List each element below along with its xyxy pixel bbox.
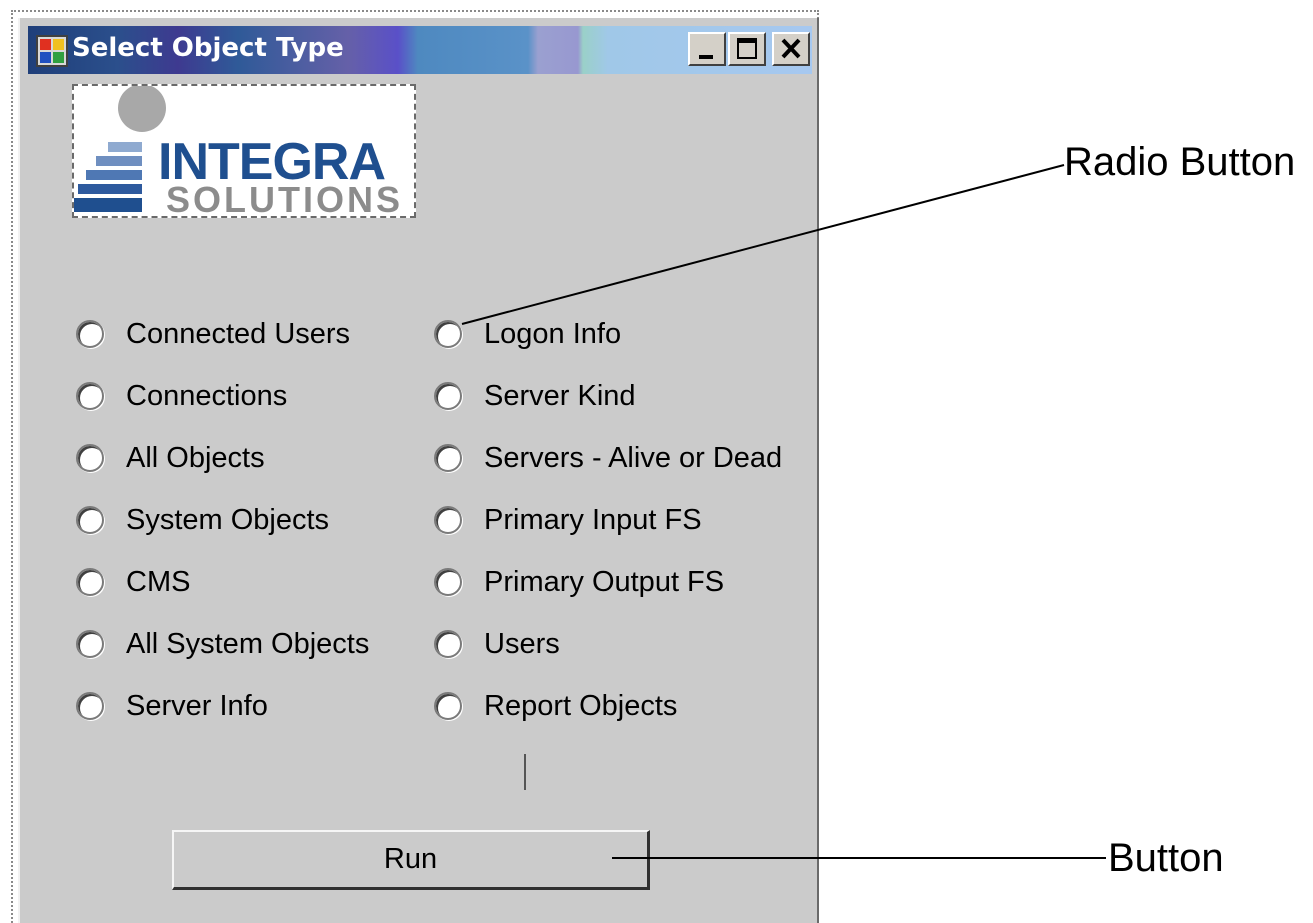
radio-button-callout: Radio Button — [1064, 140, 1296, 184]
button-callout: Button — [1108, 836, 1224, 880]
callout-lines — [461, 164, 1106, 859]
radio-callout-line — [461, 164, 1065, 325]
